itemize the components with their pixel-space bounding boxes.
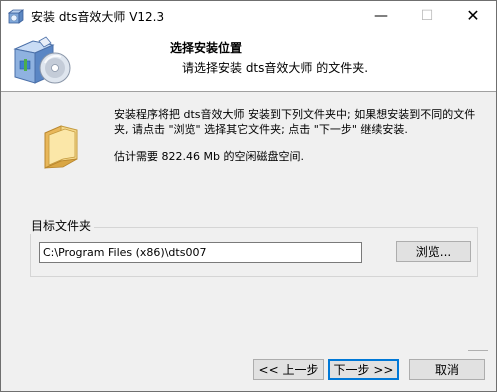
browse-button[interactable]: 浏览...: [396, 241, 471, 262]
installer-box-icon: [8, 9, 24, 24]
back-button[interactable]: << 上一步: [253, 359, 324, 380]
page-subtitle: 请选择安装 dts音效大师 的文件夹.: [182, 61, 369, 75]
installer-window: 安装 dts音效大师 V12.3 — ☐ ✕ 选择安装位置 请选择安装 dts音…: [0, 0, 497, 392]
installer-box-cd-icon: [13, 36, 71, 84]
destination-folder-label: 目标文件夹: [30, 217, 95, 234]
close-button[interactable]: ✕: [450, 1, 496, 31]
wizard-header: 选择安装位置 请选择安装 dts音效大师 的文件夹.: [1, 31, 496, 92]
destination-folder-group: 浏览...: [30, 227, 478, 277]
cancel-button[interactable]: 取消: [409, 359, 485, 380]
footer-divider: [468, 350, 488, 351]
maximize-button[interactable]: ☐: [404, 1, 450, 31]
install-path-input[interactable]: [39, 242, 362, 263]
minimize-button[interactable]: —: [358, 1, 404, 31]
window-title: 安装 dts音效大师 V12.3: [31, 10, 165, 24]
page-title: 选择安装位置: [170, 41, 243, 55]
next-button[interactable]: 下一步 >>: [328, 359, 399, 380]
folder-icon: [44, 125, 78, 169]
title-bar[interactable]: 安装 dts音效大师 V12.3 — ☐ ✕: [1, 1, 496, 31]
install-description: 安装程序将把 dts音效大师 安装到下列文件夹中; 如果想安装到不同的文件夹, …: [114, 108, 476, 136]
space-required-text: 估计需要 822.46 Mb 的空闲磁盘空间.: [114, 150, 304, 163]
